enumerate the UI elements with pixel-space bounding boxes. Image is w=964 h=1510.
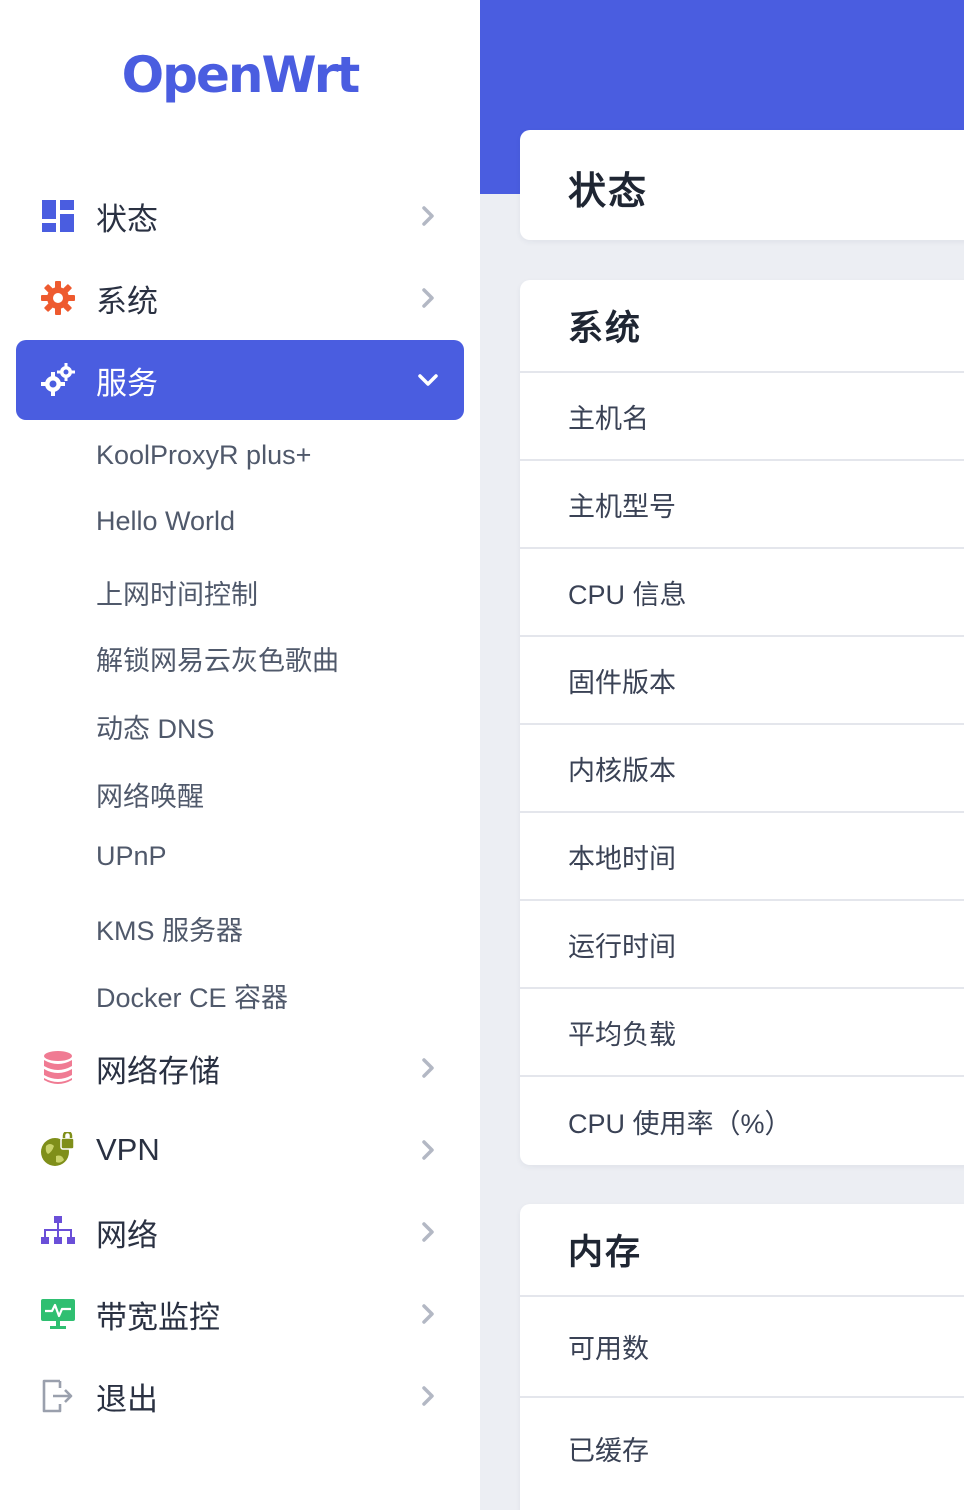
page-title-card: 状态 <box>520 130 964 240</box>
sidebar-item-label: 网络存储 <box>96 1053 220 1089</box>
chevron-right-icon <box>414 1382 442 1410</box>
sidebar-item-system[interactable]: 系统 <box>16 258 464 338</box>
chevron-right-icon <box>414 284 442 312</box>
system-row-kernel-version: 内核版本 <box>520 725 964 813</box>
memory-card-title: 内存 <box>520 1204 964 1297</box>
sidebar-item-label: 服务 <box>96 365 158 401</box>
monitor-pulse-icon <box>38 1294 78 1334</box>
sidebar-item-network[interactable]: 网络 <box>16 1192 464 1272</box>
page-title: 状态 <box>568 171 649 213</box>
memory-card: 内存 可用数 已缓存 <box>520 1204 964 1510</box>
submenu-item-access-time-control[interactable]: 上网时间控制 <box>96 573 258 612</box>
sidebar-item-label: VPN <box>96 1132 160 1167</box>
sidebar-item-label: 网络 <box>96 1217 158 1253</box>
dashboard-icon <box>38 196 78 236</box>
sitemap-icon <box>38 1212 78 1252</box>
submenu-item-docker-ce[interactable]: Docker CE 容器 <box>96 976 288 1015</box>
sidebar-item-label: 状态 <box>96 201 158 237</box>
system-row-cpu-info: CPU 信息 <box>520 549 964 637</box>
chevron-down-icon <box>414 366 442 394</box>
sidebar-item-vpn[interactable]: VPN <box>16 1110 464 1190</box>
memory-row-cached: 已缓存 <box>568 1436 649 1466</box>
chevron-right-icon <box>414 1054 442 1082</box>
system-row-firmware-version: 固件版本 <box>520 637 964 725</box>
submenu-item-wake-on-lan[interactable]: 网络唤醒 <box>96 775 204 814</box>
memory-row-available: 可用数 <box>520 1297 964 1398</box>
system-card: 系统 主机名 主机型号 CPU 信息 固件版本 内核版本 本地时间 运行时间 平… <box>520 280 964 1165</box>
system-row-local-time: 本地时间 <box>520 813 964 901</box>
chevron-right-icon <box>414 1218 442 1246</box>
submenu-item-upnp[interactable]: UPnP <box>96 841 167 872</box>
logout-icon <box>38 1376 78 1416</box>
sidebar-item-services[interactable]: 服务 <box>16 340 464 420</box>
system-row-model: 主机型号 <box>520 461 964 549</box>
sidebar: OpenWrt 状态 系统 服务 KoolProxyR plus+ Hello … <box>0 0 480 1510</box>
submenu-item-hello-world[interactable]: Hello World <box>96 506 235 537</box>
gear-icon <box>38 278 78 318</box>
chevron-right-icon <box>414 1300 442 1328</box>
sidebar-item-label: 带宽监控 <box>96 1299 220 1335</box>
submenu-item-dynamic-dns[interactable]: 动态 DNS <box>96 707 215 746</box>
sidebar-item-bandwidth-monitor[interactable]: 带宽监控 <box>16 1274 464 1354</box>
sidebar-item-nas[interactable]: 网络存储 <box>16 1028 464 1108</box>
submenu-item-koolproxyr[interactable]: KoolProxyR plus+ <box>96 440 311 471</box>
gears-icon <box>38 360 78 400</box>
database-icon <box>38 1048 78 1088</box>
submenu-item-kms-server[interactable]: KMS 服务器 <box>96 909 243 948</box>
submenu-item-unblock-netease-music[interactable]: 解锁网易云灰色歌曲 <box>96 639 339 678</box>
sidebar-item-label: 退出 <box>96 1381 158 1417</box>
system-row-load-average: 平均负载 <box>520 989 964 1077</box>
chevron-right-icon <box>414 202 442 230</box>
system-row-uptime: 运行时间 <box>520 901 964 989</box>
chevron-right-icon <box>414 1136 442 1164</box>
sidebar-item-status[interactable]: 状态 <box>16 176 464 256</box>
sidebar-item-logout[interactable]: 退出 <box>16 1356 464 1436</box>
system-row-hostname: 主机名 <box>520 373 964 461</box>
sidebar-item-label: 系统 <box>96 283 158 319</box>
system-card-title: 系统 <box>520 280 964 373</box>
globe-lock-icon <box>38 1130 78 1170</box>
system-row-cpu-usage: CPU 使用率（%） <box>568 1108 792 1139</box>
openwrt-logo[interactable]: OpenWrt <box>0 46 480 104</box>
